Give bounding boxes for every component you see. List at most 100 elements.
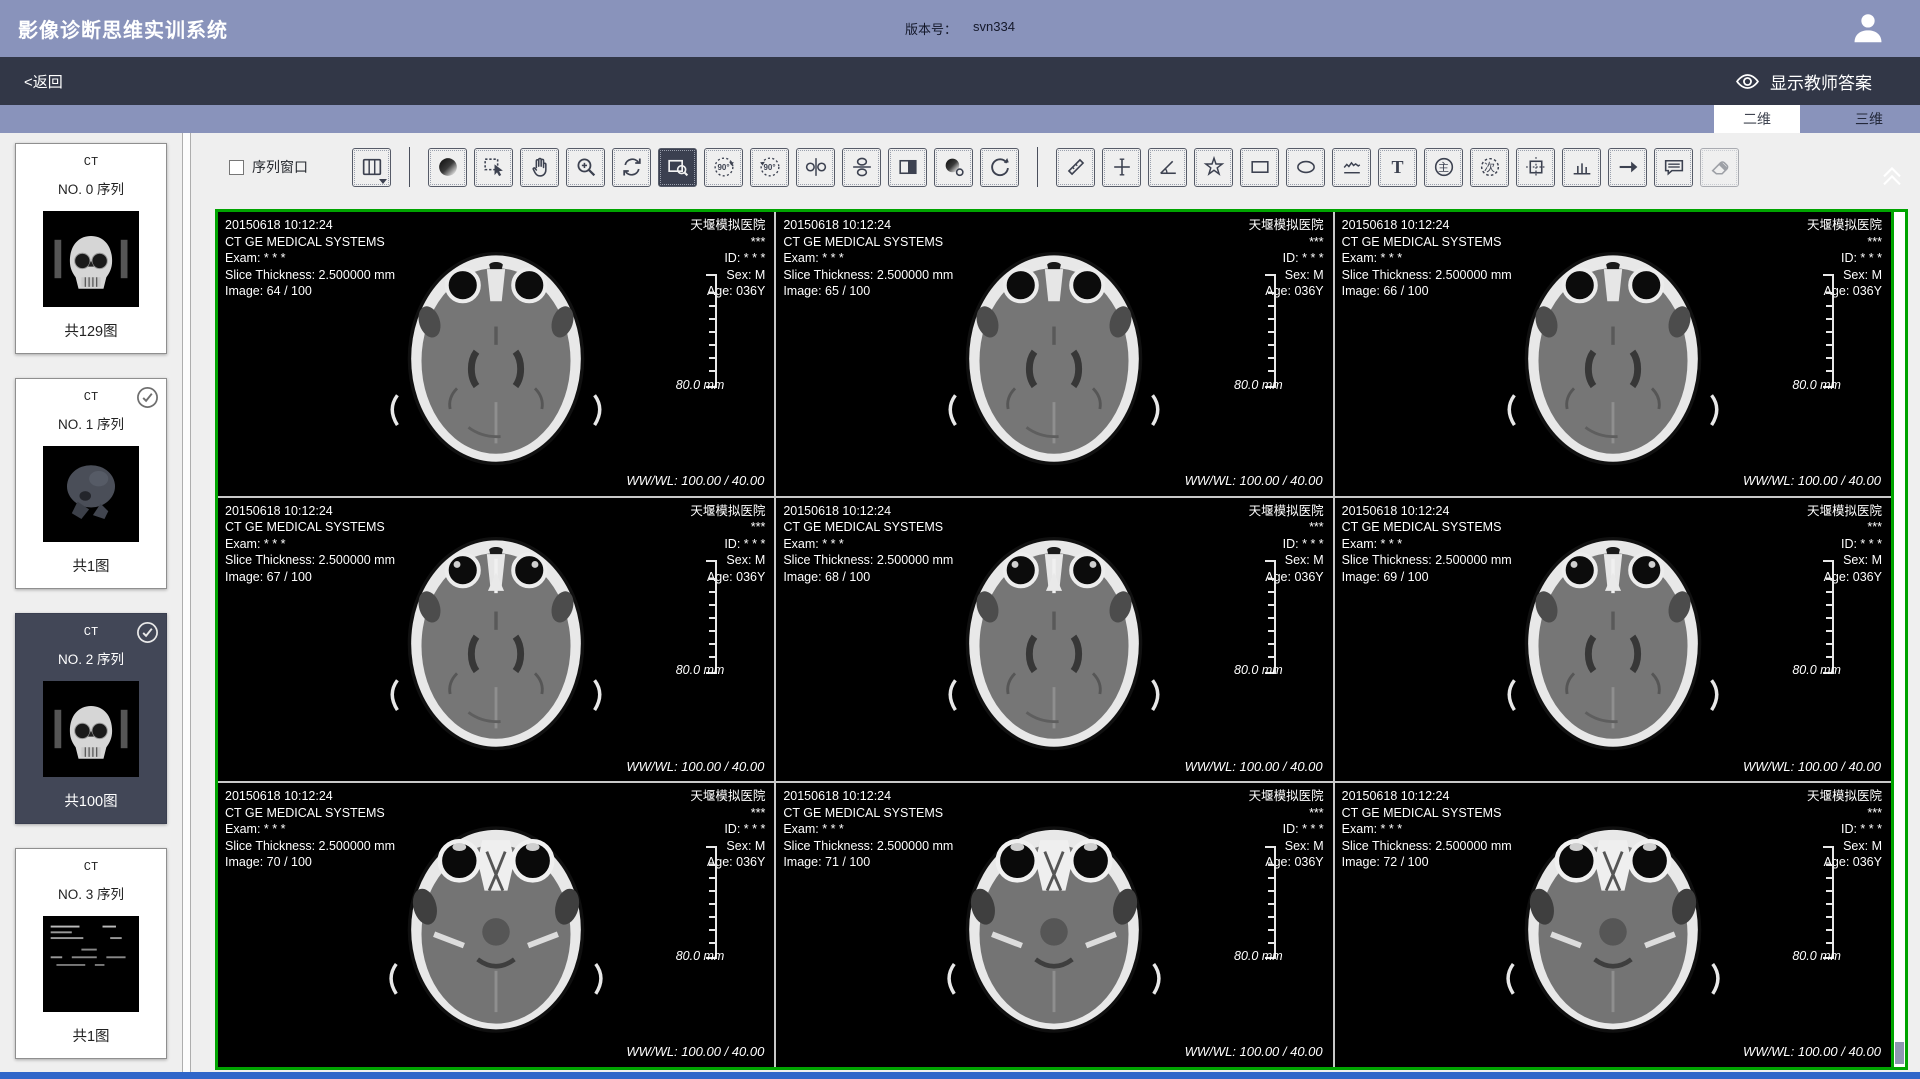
overlay-datetime: 20150618 10:12:24: [783, 503, 953, 520]
star-button[interactable]: [1194, 148, 1233, 187]
eraser-button[interactable]: [1700, 148, 1739, 187]
series-selected-check-icon: [136, 386, 159, 409]
series-window-toggle[interactable]: 序列窗口: [229, 157, 308, 177]
series-window-checkbox[interactable]: [229, 160, 244, 175]
ct-slice-image: [1475, 788, 1750, 1063]
show-teacher-answer-label: 显示教师答案: [1770, 69, 1872, 94]
reset-button[interactable]: [980, 148, 1019, 187]
main-marker-button[interactable]: 主: [1424, 148, 1463, 187]
overlay-hospital: 天堰模拟医院: [690, 788, 765, 805]
overlay-patient-id: ID: * * *: [690, 536, 765, 553]
zoom-in-button[interactable]: [566, 148, 605, 187]
text-label: T: [1379, 149, 1416, 186]
invert-button[interactable]: [888, 148, 927, 187]
tab-2d[interactable]: 二维: [1714, 105, 1800, 133]
eraser-icon: [1707, 155, 1732, 180]
overlay-patient-name: ***: [690, 805, 765, 822]
overlay-patient-id: ID: * * *: [690, 821, 765, 838]
overlay-top-right: 天堰模拟医院 *** ID: * * * Sex: M Age: 036Y: [1807, 788, 1882, 871]
overlay-image-number: Image: 64 / 100: [225, 283, 395, 300]
eye-icon: [1735, 69, 1760, 94]
secondary-marker-button[interactable]: 次: [1470, 148, 1509, 187]
overlay-top-right: 天堰模拟医院 *** ID: * * * Sex: M Age: 036Y: [1249, 217, 1324, 300]
viewer-cell[interactable]: 20150618 10:12:24 CT GE MEDICAL SYSTEMS …: [1335, 783, 1891, 1067]
overlay-patient-name: ***: [1249, 234, 1324, 251]
scale-ruler: [1265, 846, 1276, 959]
overlay-device: CT GE MEDICAL SYSTEMS: [783, 805, 953, 822]
length-button[interactable]: [1056, 148, 1095, 187]
overlay-datetime: 20150618 10:12:24: [225, 217, 395, 234]
flip-vertical-button[interactable]: [842, 148, 881, 187]
overlay-device: CT GE MEDICAL SYSTEMS: [783, 519, 953, 536]
refresh-icon: [619, 155, 644, 180]
rotate-ccw-90-button[interactable]: 90°: [704, 148, 743, 187]
overlay-age: Age: 036Y: [690, 569, 765, 586]
overlay-datetime: 20150618 10:12:24: [225, 503, 395, 520]
refresh-button[interactable]: [612, 148, 651, 187]
viewer-scrollbar-thumb[interactable]: [1895, 1042, 1904, 1064]
overlay-device: CT GE MEDICAL SYSTEMS: [1342, 519, 1512, 536]
ellipse-roi-button[interactable]: [1286, 148, 1325, 187]
overlay-device: CT GE MEDICAL SYSTEMS: [225, 234, 395, 251]
viewer-cell[interactable]: 20150618 10:12:24 CT GE MEDICAL SYSTEMS …: [218, 498, 774, 782]
collapse-toolbar-icon[interactable]: [1874, 159, 1910, 191]
tab-3d[interactable]: 三维: [1826, 105, 1912, 133]
series-card[interactable]: CT NO. 2 序列 共100图: [15, 613, 167, 824]
overlay-top-left: 20150618 10:12:24 CT GE MEDICAL SYSTEMS …: [1342, 217, 1512, 300]
viewer-cell[interactable]: 20150618 10:12:24 CT GE MEDICAL SYSTEMS …: [776, 783, 1332, 1067]
pan-icon: [527, 155, 552, 180]
viewer-cell[interactable]: 20150618 10:12:24 CT GE MEDICAL SYSTEMS …: [218, 212, 774, 496]
rotate-cw-90-button[interactable]: 90°: [750, 148, 789, 187]
overlay-hospital: 天堰模拟医院: [1249, 217, 1324, 234]
series-card[interactable]: CT NO. 0 序列 共129图: [15, 143, 167, 354]
overlay-image-number: Image: 69 / 100: [1342, 569, 1512, 586]
text-button[interactable]: T: [1378, 148, 1417, 187]
os-taskbar-strip: [0, 1072, 1920, 1079]
ct-slice-image: [917, 788, 1192, 1063]
layout-columns-button[interactable]: [352, 148, 391, 187]
viewer-cell[interactable]: 20150618 10:12:24 CT GE MEDICAL SYSTEMS …: [776, 498, 1332, 782]
overlay-hospital: 天堰模拟医院: [1807, 788, 1882, 805]
overlay-image-number: Image: 72 / 100: [1342, 854, 1512, 871]
window-level-readout: WW/WL: 100.00 / 40.00: [626, 473, 764, 490]
series-card[interactable]: CT NO. 1 序列 共1图: [15, 378, 167, 589]
window-level-readout: WW/WL: 100.00 / 40.00: [626, 1044, 764, 1061]
overlay-device: CT GE MEDICAL SYSTEMS: [1342, 805, 1512, 822]
scale-ruler: [1823, 274, 1834, 387]
pan-button[interactable]: [520, 148, 559, 187]
rect-roi-button[interactable]: [1240, 148, 1279, 187]
window-level-button[interactable]: [428, 148, 467, 187]
arrow-button[interactable]: [1608, 148, 1647, 187]
zoom-region-button[interactable]: [658, 148, 697, 187]
histogram-button[interactable]: [1562, 148, 1601, 187]
overlay-datetime: 20150618 10:12:24: [225, 788, 395, 805]
overlay-patient-name: ***: [1249, 519, 1324, 536]
viewer-cell[interactable]: 20150618 10:12:24 CT GE MEDICAL SYSTEMS …: [218, 783, 774, 1067]
viewer-cell[interactable]: 20150618 10:12:24 CT GE MEDICAL SYSTEMS …: [1335, 498, 1891, 782]
viewer-cell[interactable]: 20150618 10:12:24 CT GE MEDICAL SYSTEMS …: [1335, 212, 1891, 496]
center-locate-icon: [1523, 155, 1548, 180]
viewer-scrollbar[interactable]: [1891, 212, 1905, 1067]
angle-button[interactable]: [1148, 148, 1187, 187]
viewer-cell[interactable]: 20150618 10:12:24 CT GE MEDICAL SYSTEMS …: [776, 212, 1332, 496]
scale-ruler: [706, 560, 717, 673]
app-header: 影像诊断思维实训系统 版本号： svn334: [0, 0, 1920, 57]
flip-horizontal-button[interactable]: [796, 148, 835, 187]
overlay-sex: Sex: M: [690, 552, 765, 569]
back-button[interactable]: <返回: [18, 70, 69, 93]
user-avatar-icon[interactable]: [1849, 9, 1887, 47]
show-teacher-answer-button[interactable]: 显示教师答案: [1729, 68, 1878, 95]
scale-label: 80.0 mm: [1234, 662, 1283, 679]
curve-button[interactable]: [1332, 148, 1371, 187]
length-icon: [1063, 155, 1088, 180]
overlay-patient-id: ID: * * *: [1249, 250, 1324, 267]
comment-button[interactable]: [1654, 148, 1693, 187]
overlay-patient-name: ***: [1249, 805, 1324, 822]
pseudo-color-button[interactable]: [934, 148, 973, 187]
select-button[interactable]: [474, 148, 513, 187]
overlay-image-number: Image: 67 / 100: [225, 569, 395, 586]
toolbar-separator: [1037, 147, 1038, 187]
point-button[interactable]: [1102, 148, 1141, 187]
center-locate-button[interactable]: [1516, 148, 1555, 187]
series-card[interactable]: CT NO. 3 序列 共1图: [15, 848, 167, 1059]
